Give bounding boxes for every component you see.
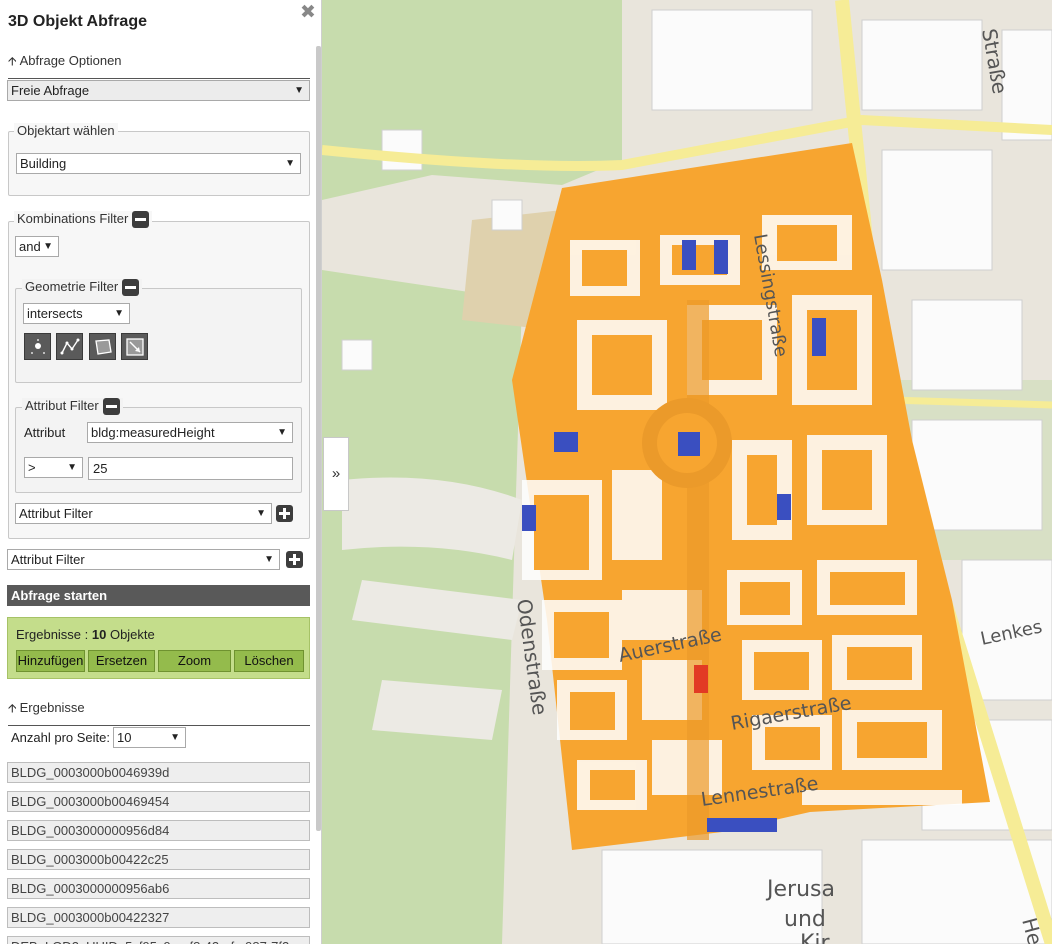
central-avenue xyxy=(687,300,709,840)
combination-filter-label: Kombinations Filter xyxy=(17,211,129,226)
remove-attribute-filter-button[interactable] xyxy=(102,398,120,416)
draw-point-tool[interactable] xyxy=(24,333,51,360)
panel-title: 3D Objekt Abfrage xyxy=(8,13,147,30)
options-header-label: Abfrage Optionen xyxy=(19,53,122,68)
result-row[interactable]: DEB_LOD2_UUID_5cf95c9ee-f8-42e-fc-987-7f… xyxy=(7,936,310,944)
place-label: Kir xyxy=(800,931,831,944)
draw-line-tool[interactable] xyxy=(56,333,83,360)
result-label: Ergebnisse : xyxy=(16,627,92,642)
add-inner-filter-select[interactable]: Attribut Filter ▼ xyxy=(15,503,272,524)
draw-box-tool[interactable] xyxy=(121,333,148,360)
chevron-down-icon: ▼ xyxy=(264,554,274,565)
per-page-select[interactable]: 10 ▼ xyxy=(113,727,186,748)
result-summary-text: Ergebnisse : 10 Objekte xyxy=(16,627,155,642)
query-panel: 3D Objekt Abfrage ✖ 🡩 Abfrage Optionen Fr… xyxy=(0,0,322,944)
attribute-name-select[interactable]: bldg:measuredHeight ▼ xyxy=(87,422,293,443)
arrow-up-icon: 🡩 xyxy=(8,54,17,68)
chevron-down-icon: ▼ xyxy=(114,308,124,319)
object-type-value: Building xyxy=(20,156,67,171)
result-row[interactable]: BLDG_0003000b00469454 xyxy=(7,791,310,812)
add-filter-select[interactable]: Attribut Filter ▼ xyxy=(7,549,280,570)
chevron-down-icon: ▼ xyxy=(170,732,180,743)
draw-polygon-tool[interactable] xyxy=(89,333,116,360)
results-header[interactable]: 🡩 Ergebnisse xyxy=(8,699,310,726)
combination-operator-value: and xyxy=(19,239,41,254)
park-path xyxy=(372,680,502,740)
remove-geometry-filter-button[interactable] xyxy=(122,279,140,297)
attribute-name-value: bldg:measuredHeight xyxy=(91,425,215,440)
attribute-compare-value: > xyxy=(28,460,36,475)
bbox-icon xyxy=(126,338,144,356)
result-summary: Ergebnisse : 10 Objekte Hinzufügen Erset… xyxy=(7,617,310,679)
object-type-legend: Objektart wählen xyxy=(14,123,118,139)
remove-combination-filter-button[interactable] xyxy=(132,211,150,229)
result-row[interactable]: BLDG_0003000b00422c25 xyxy=(7,849,310,870)
place-label: Jerusa xyxy=(765,877,835,902)
active-building xyxy=(694,665,708,693)
add-filter-button[interactable] xyxy=(286,551,303,568)
attribute-value-input[interactable]: 25 xyxy=(88,457,293,480)
geometry-filter-label: Geometrie Filter xyxy=(25,279,119,294)
chevron-down-icon: ▼ xyxy=(67,462,77,473)
attribute-filter-legend: Attribut Filter xyxy=(22,398,123,416)
add-inner-filter-button[interactable] xyxy=(276,505,293,522)
results-header-label: Ergebnisse xyxy=(19,700,85,715)
options-header[interactable]: 🡩 Abfrage Optionen xyxy=(8,52,310,79)
result-row[interactable]: BLDG_0003000000956ab6 xyxy=(7,878,310,899)
panel-scrollbar[interactable] xyxy=(316,46,321,831)
panel-toggle-button[interactable]: » xyxy=(323,437,349,511)
geometry-filter-legend: Geometrie Filter xyxy=(22,279,143,297)
object-type-select[interactable]: Building ▼ xyxy=(16,153,301,174)
side-road xyxy=(889,396,1052,409)
polygon-icon xyxy=(95,339,112,355)
attribute-filter-fieldset xyxy=(15,407,302,493)
point-icon xyxy=(31,339,45,354)
result-count: 10 xyxy=(91,627,107,642)
chevron-down-icon: ▼ xyxy=(256,508,266,519)
chevron-down-icon: ▼ xyxy=(294,85,304,96)
geometry-operator-select[interactable]: intersects ▼ xyxy=(23,303,130,324)
chevron-down-icon: ▼ xyxy=(277,427,287,438)
polyline-icon xyxy=(60,338,80,355)
add-inner-filter-value: Attribut Filter xyxy=(19,506,93,521)
arrow-up-icon: 🡩 xyxy=(8,701,17,715)
attribute-label: Attribut xyxy=(24,425,66,440)
close-icon[interactable]: ✖ xyxy=(300,3,316,23)
start-query-button[interactable]: Abfrage starten xyxy=(7,585,310,606)
attribute-compare-select[interactable]: > ▼ xyxy=(24,457,83,478)
add-filter-value: Attribut Filter xyxy=(11,552,85,567)
geometry-operator-value: intersects xyxy=(27,306,83,321)
add-results-button[interactable]: Hinzufügen xyxy=(16,650,85,672)
query-type-value: Freie Abfrage xyxy=(11,83,90,98)
replace-results-button[interactable]: Ersetzen xyxy=(88,650,155,672)
combination-operator-select[interactable]: and ▼ xyxy=(15,236,59,257)
map-view[interactable]: Straße Odenstraße Lessingstraße Auerstra… xyxy=(322,0,1052,944)
delete-results-button[interactable]: Löschen xyxy=(234,650,304,672)
result-row[interactable]: BLDG_0003000b0046939d xyxy=(7,762,310,783)
result-unit: Objekte xyxy=(106,627,155,642)
chevron-down-icon: ▼ xyxy=(43,241,53,252)
result-row[interactable]: BLDG_0003000000956d84 xyxy=(7,820,310,841)
map-canvas[interactable]: Straße Odenstraße Lessingstraße Auerstra… xyxy=(322,0,1052,944)
attribute-filter-label: Attribut Filter xyxy=(25,398,99,413)
result-row[interactable]: BLDG_0003000b00422327 xyxy=(7,907,310,928)
per-page-label: Anzahl pro Seite: xyxy=(11,730,111,745)
chevron-down-icon: ▼ xyxy=(285,158,295,169)
place-label: und xyxy=(784,907,826,932)
zoom-results-button[interactable]: Zoom xyxy=(158,650,231,672)
query-type-select[interactable]: Freie Abfrage ▼ xyxy=(7,80,310,101)
per-page-value: 10 xyxy=(117,730,132,745)
combination-filter-legend: Kombinations Filter xyxy=(14,211,153,229)
